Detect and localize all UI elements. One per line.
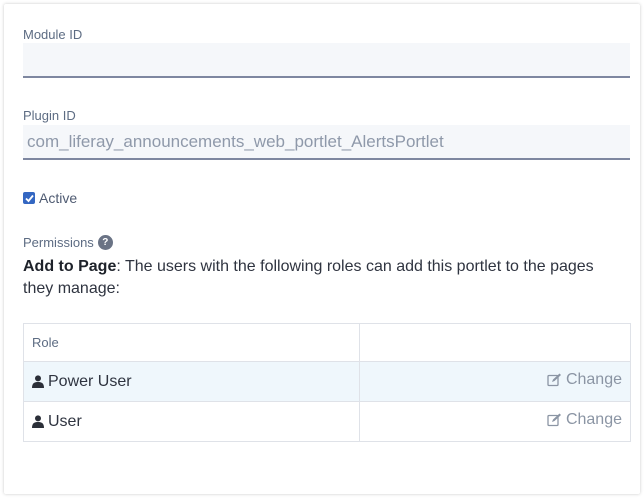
plugin-id-field[interactable]: com_liferay_announcements_web_portlet_Al… xyxy=(23,125,630,160)
role-column-header: Role xyxy=(23,323,360,362)
table-row: Power User Change xyxy=(23,361,631,402)
change-label: Change xyxy=(565,411,622,428)
module-id-field[interactable] xyxy=(23,43,630,78)
action-cell: Change xyxy=(359,361,631,402)
role-cell: User xyxy=(23,401,360,442)
permissions-title: Permissions xyxy=(23,235,94,250)
portlet-config-panel: Module ID Plugin ID com_liferay_announce… xyxy=(4,4,640,494)
change-label: Change xyxy=(565,371,622,388)
active-label: Active xyxy=(39,190,78,206)
user-icon xyxy=(32,415,44,428)
question-circle-icon[interactable]: ? xyxy=(97,235,113,250)
role-name: Power User xyxy=(48,372,132,390)
change-role-button[interactable]: Change xyxy=(547,371,622,389)
active-checkbox[interactable] xyxy=(23,192,35,204)
change-role-button[interactable]: Change xyxy=(547,411,622,429)
roles-table: Role Power User Change User Change xyxy=(23,323,631,442)
active-toggle[interactable]: Active xyxy=(23,189,77,207)
edit-icon xyxy=(547,413,561,427)
module-id-label: Module ID xyxy=(23,27,83,42)
permissions-description: Add to Page: The users with the followin… xyxy=(23,256,623,300)
plugin-id-label: Plugin ID xyxy=(23,108,76,123)
permissions-heading: Permissions ? xyxy=(23,235,113,250)
action-column-header xyxy=(359,323,631,362)
action-cell: Change xyxy=(359,401,631,442)
add-to-page-label: Add to Page xyxy=(23,258,117,275)
role-cell: Power User xyxy=(23,361,360,402)
table-row: User Change xyxy=(23,401,631,442)
user-icon xyxy=(32,375,44,388)
table-header-row: Role xyxy=(23,323,631,362)
role-name: User xyxy=(48,412,82,430)
edit-icon xyxy=(547,373,561,387)
